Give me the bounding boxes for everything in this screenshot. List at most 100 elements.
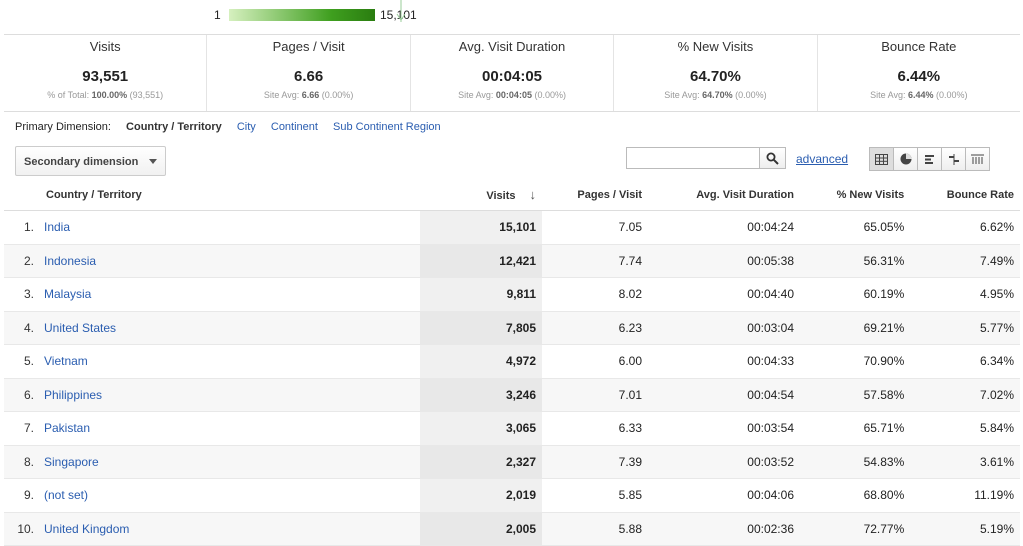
cell-new-visits: 69.21% [800,311,911,345]
metric-value: 64.70% [689,68,741,85]
cell-visits: 3,065 [420,411,542,446]
cell-avg-visit-duration: 00:03:52 [648,445,800,479]
cell-avg-visit-duration: 00:04:24 [648,210,800,245]
table-row: 6. Philippines 3,246 7.01 00:04:54 57.58… [4,378,1020,412]
country-link[interactable]: India [44,220,70,234]
cell-bounce-rate: 3.61% [910,445,1020,479]
table-row: 1. India 15,101 7.05 00:04:24 65.05% 6.6… [4,210,1020,245]
metric-subtext: % of Total: 100.00% (93,551) [47,90,164,100]
country-link[interactable]: United States [44,321,116,335]
column-header-visits[interactable]: Visits ↓ [420,179,542,211]
metric-value: 6.66 [294,68,324,85]
row-number: 3. [4,277,38,312]
country-link[interactable]: Pakistan [44,421,90,435]
secondary-dimension-label: Secondary dimension [24,156,139,168]
sort-descending-icon: ↓ [529,187,537,202]
table-search-input[interactable] [626,147,760,169]
cell-new-visits: 68.80% [800,478,911,513]
cell-new-visits: 57.58% [800,378,911,412]
view-switcher [869,147,990,171]
cell-visits: 7,805 [420,311,542,345]
cell-visits: 2,019 [420,478,542,513]
cell-new-visits: 54.83% [800,445,911,479]
column-header-country[interactable]: Country / Territory [4,179,420,211]
dimension-sub-continent-link[interactable]: Sub Continent Region [333,121,441,133]
dimension-city-link[interactable]: City [237,121,256,133]
cell-visits: 2,327 [420,445,542,479]
table-view-button[interactable] [869,147,894,171]
cell-avg-visit-duration: 00:04:40 [648,277,800,312]
cell-avg-visit-duration: 00:04:54 [648,378,800,412]
metric-new-visits[interactable]: % New Visits 64.70% Site Avg: 64.70% (0.… [614,35,818,111]
dimension-continent-link[interactable]: Continent [271,121,318,133]
cell-new-visits: 65.71% [800,411,911,446]
search-icon [766,152,779,165]
metric-bounce-rate[interactable]: Bounce Rate 6.44% Site Avg: 6.44% (0.00%… [818,35,1020,111]
metric-title: % New Visits [677,39,754,54]
metric-title: Visits [89,39,121,54]
metric-value: 6.44% [897,68,941,85]
cell-pages-per-visit: 7.74 [542,244,649,278]
cell-avg-visit-duration: 00:04:33 [648,344,800,379]
cell-new-visits: 60.19% [800,277,911,312]
country-link[interactable]: Indonesia [44,254,96,268]
map-legend: 1 15,101 [0,0,1023,34]
advanced-filter-link[interactable]: advanced [796,152,848,166]
cell-visits: 3,246 [420,378,542,412]
country-link[interactable]: (not set) [44,488,88,502]
search-button[interactable] [760,147,786,169]
chevron-down-icon [149,159,157,164]
table-row: 9. (not set) 2,019 5.85 00:04:06 68.80% … [4,478,1020,513]
pivot-view-button[interactable] [965,147,990,171]
metric-value: 93,551 [82,68,129,85]
column-header-pages-per-visit[interactable]: Pages / Visit [542,179,649,211]
row-number: 8. [4,445,38,479]
row-number: 7. [4,411,38,446]
cell-visits: 15,101 [420,210,542,245]
column-header-bounce-rate[interactable]: Bounce Rate [910,179,1020,211]
primary-dimension-current: Country / Territory [126,121,222,133]
table-view-icon [875,153,888,165]
country-link[interactable]: Philippines [44,388,102,402]
pie-view-icon [900,153,911,165]
secondary-dimension-dropdown[interactable]: Secondary dimension [15,146,166,176]
metric-visits[interactable]: Visits 93,551 % of Total: 100.00% (93,55… [4,35,208,111]
metric-avg-visit-duration[interactable]: Avg. Visit Duration 00:04:05 Site Avg: 0… [411,35,615,111]
cell-new-visits: 72.77% [800,512,911,546]
cell-bounce-rate: 6.62% [910,210,1020,245]
metric-subtext: Site Avg: 00:04:05 (0.00%) [458,90,566,100]
cell-bounce-rate: 6.34% [910,344,1020,379]
cell-bounce-rate: 7.49% [910,244,1020,278]
metric-title: Bounce Rate [881,39,957,54]
comparison-view-button[interactable] [941,147,966,171]
legend-gradient-bar [229,9,375,21]
cell-new-visits: 70.90% [800,344,911,379]
cell-new-visits: 56.31% [800,244,911,278]
metric-pages-per-visit[interactable]: Pages / Visit 6.66 Site Avg: 6.66 (0.00%… [207,35,411,111]
cell-avg-visit-duration: 00:02:36 [648,512,800,546]
column-header-avg-visit-duration[interactable]: Avg. Visit Duration [648,179,800,211]
bar-view-button[interactable] [917,147,942,171]
row-number: 1. [4,210,38,245]
table-row: 4. United States 7,805 6.23 00:03:04 69.… [4,311,1020,345]
pie-view-button[interactable] [893,147,918,171]
primary-dimension-label: Primary Dimension: [15,121,111,133]
country-link[interactable]: United Kingdom [44,522,129,536]
cell-visits: 2,005 [420,512,542,546]
cell-bounce-rate: 5.84% [910,411,1020,446]
cell-bounce-rate: 5.77% [910,311,1020,345]
pivot-view-icon [971,154,984,164]
comparison-view-icon [948,153,959,165]
table-row: 7. Pakistan 3,065 6.33 00:03:54 65.71% 5… [4,411,1020,446]
country-data-table: Country / Territory Visits ↓ Pages / Visi… [4,179,1020,546]
row-number: 2. [4,244,38,278]
column-header-new-visits[interactable]: % New Visits [800,179,911,211]
cell-bounce-rate: 11.19% [910,478,1020,513]
country-link[interactable]: Vietnam [44,354,88,368]
cell-pages-per-visit: 5.85 [542,478,649,513]
country-link[interactable]: Malaysia [44,287,91,301]
country-link[interactable]: Singapore [44,455,99,469]
cell-avg-visit-duration: 00:03:54 [648,411,800,446]
legend-min: 1 [214,8,221,22]
table-row: 2. Indonesia 12,421 7.74 00:05:38 56.31%… [4,244,1020,278]
